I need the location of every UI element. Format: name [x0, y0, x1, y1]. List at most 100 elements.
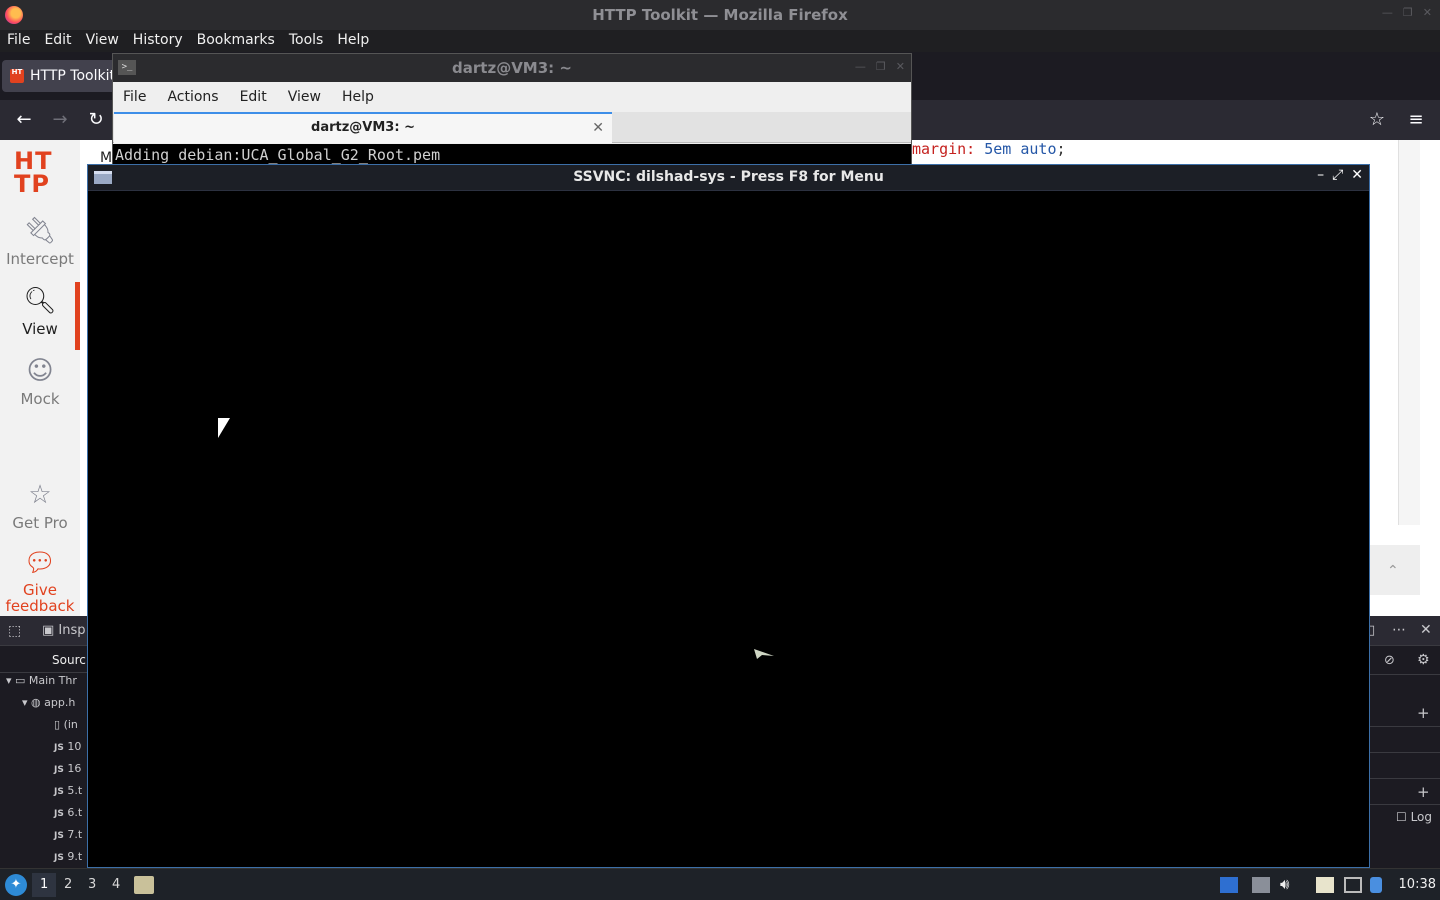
maximize-icon[interactable]: ⤢: [1332, 167, 1343, 183]
volume-icon[interactable]: 🔊︎: [1280, 875, 1298, 893]
close-icon[interactable]: ✕: [1423, 6, 1432, 19]
page-scrollbar[interactable]: [1398, 140, 1420, 525]
theater-masks-icon: ☺: [26, 356, 54, 386]
tree-row[interactable]: ▾ ▭ Main Thr: [0, 674, 90, 696]
divider: [0, 672, 90, 673]
http-toolkit-logo: HT TP: [14, 147, 53, 198]
scroll-to-top-button[interactable]: ⌃: [1370, 545, 1420, 595]
star-icon: ☆: [28, 480, 52, 510]
mouse-cursor-icon: [218, 418, 230, 438]
chat-bubble-icon: 💬︎: [23, 548, 57, 578]
terminal-output-line: Adding debian:UCA_Global_G2_Root.pem: [113, 144, 911, 166]
remote-cursor-icon: [754, 649, 774, 659]
terminal-tabrow: dartz@VM3: ~ ✕: [113, 112, 911, 143]
terminal-menu-actions[interactable]: Actions: [167, 82, 228, 112]
chevron-up-icon: ⌃: [1387, 563, 1399, 579]
menu-view[interactable]: View: [86, 30, 126, 52]
sources-heading[interactable]: Sourc: [52, 653, 86, 667]
sidebar-item-intercept[interactable]: 🔌︎ Intercept: [0, 216, 80, 268]
toolkit-sidebar: HT TP 🔌︎ Intercept 🔍︎ View ☺ Mock ☆ Get …: [0, 140, 80, 616]
close-icon[interactable]: ✕: [1351, 167, 1363, 183]
search-icon: 🔍︎: [23, 286, 57, 316]
tab-http-toolkit[interactable]: HT HTTP Toolkit: [2, 60, 122, 92]
minimize-icon[interactable]: —: [855, 60, 866, 73]
file-manager-icon[interactable]: [134, 876, 154, 894]
workspace-1[interactable]: 1: [40, 877, 48, 892]
sidebar-item-feedback[interactable]: 💬︎ Give feedback: [0, 548, 80, 614]
disable-breakpoints-icon[interactable]: ⊘: [1384, 653, 1395, 668]
divider: [1370, 804, 1440, 805]
terminal-window-title: dartz@VM3: ~: [452, 59, 572, 77]
screen-icon[interactable]: [1344, 877, 1362, 893]
workspace-2[interactable]: 2: [64, 877, 72, 892]
tree-row[interactable]: JS 16: [0, 762, 90, 784]
tree-row[interactable]: JS 6.t: [0, 806, 90, 828]
menu-history[interactable]: History: [133, 30, 190, 52]
display-icon[interactable]: [1220, 877, 1238, 893]
log-checkbox[interactable]: ☐ Log: [1396, 810, 1432, 824]
maximize-icon[interactable]: ❐: [876, 60, 886, 73]
terminal-menu-help[interactable]: Help: [342, 82, 384, 112]
add-breakpoint-icon[interactable]: +: [1417, 783, 1430, 801]
divider: [1370, 752, 1440, 753]
inspector-tab[interactable]: ▣ Insp: [42, 623, 86, 638]
menu-tools[interactable]: Tools: [289, 30, 331, 52]
minimize-icon[interactable]: –: [1317, 167, 1324, 183]
terminal-tab[interactable]: dartz@VM3: ~ ✕: [114, 112, 612, 143]
workspace-4[interactable]: 4: [112, 877, 120, 892]
menu-help[interactable]: Help: [337, 30, 376, 52]
tree-row[interactable]: JS 7.t: [0, 828, 90, 850]
menu-edit[interactable]: Edit: [44, 30, 78, 52]
firefox-titlebar: HTTP Toolkit — Mozilla Firefox — ❐ ✕: [0, 0, 1440, 30]
menu-file[interactable]: File: [7, 30, 37, 52]
terminal-menubar: File Actions Edit View Help: [113, 82, 911, 112]
divider: [1370, 778, 1440, 779]
tree-row[interactable]: ▾ ◍ app.h: [0, 696, 90, 718]
settings-gear-icon[interactable]: ⚙: [1417, 652, 1430, 668]
element-picker-icon[interactable]: ⬚: [8, 623, 21, 639]
firefox-menubar: File Edit View History Bookmarks Tools H…: [0, 30, 1440, 52]
more-options-icon[interactable]: ⋯: [1392, 622, 1406, 638]
add-watch-icon[interactable]: +: [1417, 704, 1430, 722]
sidebar-item-mock[interactable]: ☺ Mock: [0, 356, 80, 408]
terminal-menu-file[interactable]: File: [123, 82, 156, 112]
terminal-titlebar: >_ dartz@VM3: ~ — ❐ ✕: [113, 54, 911, 82]
tree-row[interactable]: ▯ (in: [0, 718, 90, 740]
back-arrow-icon[interactable]: ←: [12, 108, 36, 132]
firefox-window-title: HTTP Toolkit — Mozilla Firefox: [592, 6, 848, 24]
reload-icon[interactable]: ↻: [84, 108, 108, 132]
active-nav-indicator: [75, 282, 80, 350]
sidebar-item-view[interactable]: 🔍︎ View: [0, 286, 80, 338]
forward-arrow-icon[interactable]: →: [48, 108, 72, 132]
taskbar: ✦ 1 2 3 4 🔊︎ 10:38: [0, 868, 1440, 900]
upload-icon[interactable]: [1252, 877, 1270, 893]
terminal-menu-view[interactable]: View: [288, 82, 331, 112]
hamburger-menu-icon[interactable]: ≡: [1404, 108, 1428, 132]
minimize-icon[interactable]: —: [1382, 6, 1393, 19]
terminal-window: >_ dartz@VM3: ~ — ❐ ✕ File Actions Edit …: [112, 53, 912, 166]
tree-row[interactable]: JS 10: [0, 740, 90, 762]
clipboard-icon[interactable]: [1316, 877, 1334, 893]
workspace-3[interactable]: 3: [88, 877, 96, 892]
css-code-line: margin: 5em auto;: [912, 140, 1066, 158]
plug-icon: 🔌︎: [23, 216, 57, 246]
sidebar-item-get-pro[interactable]: ☆ Get Pro: [0, 480, 80, 532]
divider: [1370, 674, 1440, 675]
menu-bookmarks[interactable]: Bookmarks: [197, 30, 282, 52]
http-toolkit-favicon-icon: HT: [10, 69, 24, 83]
tree-row[interactable]: JS 5.t: [0, 784, 90, 806]
divider: [1370, 726, 1440, 727]
maximize-icon[interactable]: ❐: [1403, 6, 1413, 19]
notification-icon[interactable]: [1370, 877, 1382, 893]
clock[interactable]: 10:38: [1399, 877, 1436, 892]
tab-title: HTTP Toolkit: [30, 68, 115, 84]
tab-close-icon[interactable]: ✕: [592, 114, 604, 142]
bookmark-star-icon[interactable]: ☆: [1365, 108, 1389, 132]
start-menu-icon[interactable]: ✦: [5, 874, 27, 896]
devtools-close-icon[interactable]: ✕: [1420, 622, 1432, 638]
terminal-menu-edit[interactable]: Edit: [240, 82, 277, 112]
vnc-window-title: SSVNC: dilshad-sys - Press F8 for Menu: [573, 169, 884, 185]
vnc-titlebar: SSVNC: dilshad-sys - Press F8 for Menu –…: [88, 165, 1369, 191]
close-icon[interactable]: ✕: [896, 60, 905, 73]
vnc-window[interactable]: SSVNC: dilshad-sys - Press F8 for Menu –…: [87, 164, 1370, 868]
